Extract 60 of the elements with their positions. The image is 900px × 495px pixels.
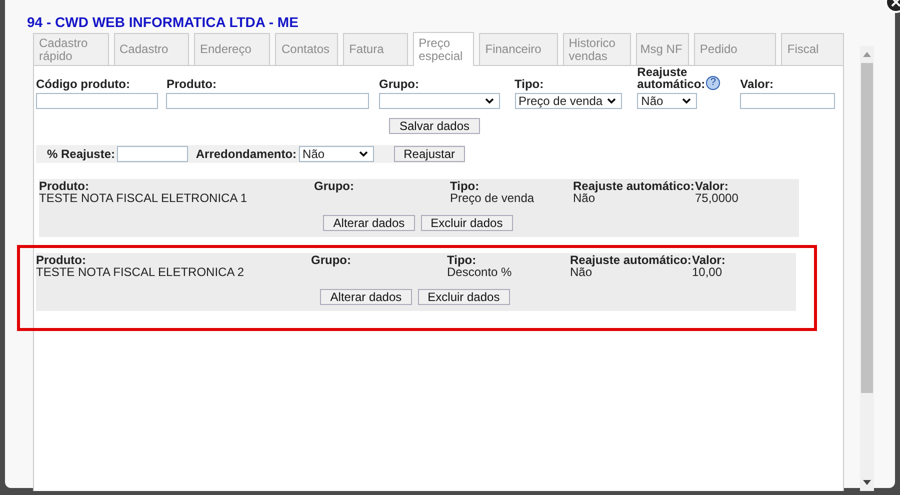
tab[interactable]: Endereço: [194, 33, 270, 65]
column-value: Não: [570, 266, 592, 279]
input-field[interactable]: [166, 93, 369, 109]
field-label: Reajuste automático:: [637, 66, 704, 90]
input-field[interactable]: [117, 146, 188, 162]
column-label: Produto:: [36, 254, 87, 266]
select-field[interactable]: Não: [298, 146, 374, 162]
adjust-button[interactable]: Reajustar: [394, 146, 465, 162]
column-label: Reajuste automático:: [573, 180, 695, 192]
column-label: Reajuste automático:: [570, 254, 692, 266]
chevron-down-icon: [607, 98, 616, 104]
field-label: Tipo:: [514, 78, 544, 90]
column-value: 10,00: [692, 266, 724, 279]
field-label: Código produto:: [36, 78, 130, 90]
select-field[interactable]: Preço de venda: [514, 93, 622, 109]
tab[interactable]: Fatura: [343, 33, 408, 65]
edit-button[interactable]: Alterar dados: [320, 289, 412, 305]
tab[interactable]: Contatos: [275, 33, 338, 65]
column-label: Grupo:: [314, 180, 355, 192]
tab[interactable]: Preço especial: [412, 32, 474, 66]
column-value: TESTE NOTA FISCAL ELETRONICA 2: [36, 266, 246, 279]
tab[interactable]: Pedido: [694, 33, 776, 65]
field-label: Grupo:: [378, 78, 419, 90]
scroll-up-icon[interactable]: [863, 52, 871, 57]
delete-button[interactable]: Excluir dados: [418, 289, 510, 305]
tab[interactable]: Cadastro rápido: [33, 33, 108, 65]
field-label: % Reajuste:: [47, 148, 116, 160]
delete-button[interactable]: Excluir dados: [420, 215, 513, 231]
edit-button[interactable]: Alterar dados: [323, 215, 415, 231]
tab[interactable]: Msg NF: [636, 33, 689, 65]
column-label: Tipo:: [447, 254, 478, 266]
save-button[interactable]: Salvar dados: [389, 118, 480, 134]
column-label: Valor:: [692, 254, 726, 266]
select-field[interactable]: [378, 93, 500, 109]
column-value: Não: [573, 192, 596, 205]
field-label: Produto:: [166, 78, 216, 90]
field-label: Arredondamento:: [196, 148, 297, 160]
column-value: TESTE NOTA FISCAL ELETRONICA 1: [39, 192, 248, 205]
chevron-down-icon: [358, 151, 368, 157]
scroll-down-icon[interactable]: [863, 480, 871, 485]
column-label: Produto:: [39, 180, 90, 192]
chevron-down-icon: [484, 98, 494, 104]
input-field[interactable]: [36, 93, 158, 109]
input-field[interactable]: [740, 93, 835, 109]
tab[interactable]: Historico vendas: [562, 33, 632, 65]
column-label: Valor:: [695, 180, 730, 192]
column-value: Desconto %: [447, 266, 513, 279]
column-label: Grupo:: [311, 254, 352, 266]
scrollbar[interactable]: [860, 46, 874, 491]
tab[interactable]: Cadastro: [114, 33, 189, 65]
help-icon[interactable]: ?: [706, 76, 720, 90]
tab[interactable]: Financeiro: [479, 33, 558, 65]
column-label: Tipo:: [450, 180, 480, 192]
chevron-down-icon: [682, 98, 692, 104]
column-value: 75,0000: [695, 192, 740, 205]
tab[interactable]: Fiscal: [781, 33, 844, 65]
column-value: Preço de venda: [450, 192, 536, 205]
select-field[interactable]: Não: [637, 93, 698, 109]
window-title: 94 - CWD WEB INFORMATICA LTDA - ME: [26, 14, 300, 31]
field-label: Valor:: [740, 78, 774, 90]
